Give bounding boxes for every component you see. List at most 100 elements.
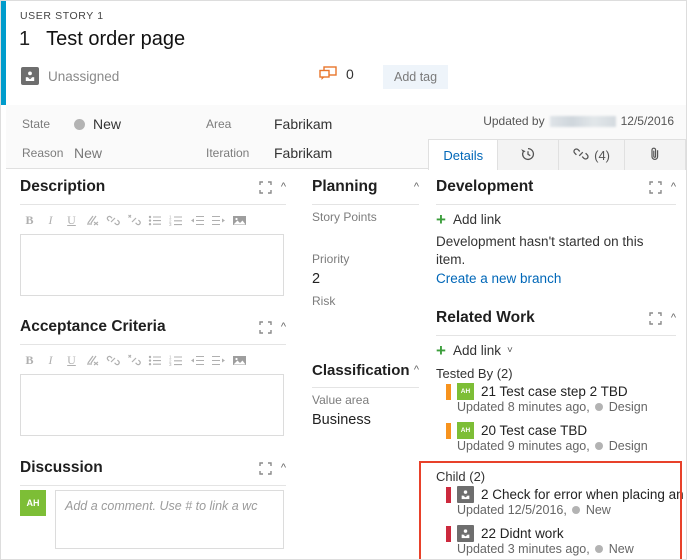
tab-details[interactable]: Details	[428, 139, 499, 171]
state-dot-icon	[594, 442, 603, 450]
acceptance-criteria-input[interactable]	[20, 374, 284, 436]
numbered-list-icon[interactable]: 123	[167, 351, 186, 369]
state-dot-icon	[571, 506, 580, 514]
development-add-link-button[interactable]: + Add link	[422, 205, 686, 232]
unlink-icon[interactable]	[125, 351, 144, 369]
bullet-list-icon[interactable]	[146, 351, 165, 369]
value-area-field[interactable]: Value area Business	[298, 388, 421, 430]
link-icon[interactable]	[104, 351, 123, 369]
related-work-group-tested-by: Tested By (2) AH 21 Test case step 2 TBD…	[422, 363, 686, 456]
state-field[interactable]: State New	[22, 116, 121, 132]
italic-icon[interactable]: I	[41, 211, 60, 229]
area-field[interactable]: Area Fabrikam	[206, 116, 332, 132]
clear-format-icon[interactable]	[83, 351, 102, 369]
assigned-to-label: Unassigned	[48, 68, 120, 84]
expand-icon[interactable]	[649, 311, 662, 325]
list-item-title: 2 Check for error when placing an order	[481, 487, 686, 502]
development-tools: ^	[649, 180, 676, 194]
risk-field[interactable]: Risk	[298, 289, 421, 331]
comment-count-group[interactable]: 0	[319, 66, 354, 82]
reason-field[interactable]: Reason New	[22, 145, 102, 161]
updated-by-label: Updated by	[483, 114, 545, 128]
expand-icon[interactable]	[649, 180, 662, 194]
list-item-updated: Updated 12/5/2016,	[457, 503, 567, 517]
chevron-up-icon[interactable]: ^	[671, 312, 676, 324]
person-icon	[457, 525, 474, 542]
indent-icon[interactable]	[209, 211, 228, 229]
development-add-link-label: Add link	[452, 212, 501, 227]
list-item[interactable]: 2 Check for error when placing an order …	[422, 485, 686, 520]
reason-label: Reason	[22, 146, 64, 160]
bold-icon[interactable]: B	[20, 211, 39, 229]
list-item[interactable]: AH 21 Test case step 2 TBD Updated 8 min…	[422, 382, 686, 417]
work-item-type-bar	[446, 422, 451, 439]
iteration-field[interactable]: Iteration Fabrikam	[206, 145, 332, 161]
link-icon[interactable]	[104, 211, 123, 229]
development-header: Development ^	[422, 170, 686, 204]
image-icon[interactable]	[230, 351, 249, 369]
list-item-meta: Updated 12/5/2016, New	[446, 503, 678, 517]
work-item-type-bar	[446, 383, 451, 400]
list-item-title: 21 Test case step 2 TBD	[481, 384, 628, 399]
story-points-value	[312, 227, 421, 247]
history-icon	[520, 146, 536, 165]
expand-icon[interactable]	[259, 320, 272, 334]
underline-icon[interactable]: U	[62, 211, 81, 229]
image-icon[interactable]	[230, 211, 249, 229]
outdent-icon[interactable]	[188, 351, 207, 369]
comment-compose-row: AH Add a comment. Use # to link a wc	[6, 486, 296, 549]
list-item-id: 21	[481, 384, 497, 399]
tab-history[interactable]	[497, 139, 560, 171]
work-item-title[interactable]: Test order page	[46, 28, 185, 51]
underline-icon[interactable]: U	[62, 351, 81, 369]
acceptance-criteria-header: Acceptance Criteria ^	[6, 310, 296, 344]
list-item-main: AH 21 Test case step 2 TBD	[446, 383, 678, 400]
tab-links[interactable]: (4)	[558, 139, 625, 171]
priority-field[interactable]: Priority 2	[298, 247, 421, 289]
middle-column: Planning ^ Story Points Priority 2 Risk	[298, 170, 421, 559]
add-tag-button[interactable]: Add tag	[383, 65, 449, 89]
create-branch-link[interactable]: Create a new branch	[422, 269, 686, 288]
related-work-group-child: Child (2) 2 Check for error when placing…	[419, 461, 686, 559]
expand-icon[interactable]	[259, 180, 272, 194]
related-work-add-link-button[interactable]: + Add link ˅	[422, 336, 686, 363]
story-points-field[interactable]: Story Points	[298, 205, 421, 247]
list-item-state: New	[608, 542, 634, 556]
italic-icon[interactable]: I	[41, 351, 60, 369]
list-item-updated: Updated 9 minutes ago,	[457, 439, 590, 453]
bold-icon[interactable]: B	[20, 351, 39, 369]
related-work-section: Related Work ^ + Add link ˅ Tested By (2…	[419, 301, 686, 559]
clear-format-icon[interactable]	[83, 211, 102, 229]
svg-text:3: 3	[169, 362, 172, 367]
assigned-to-row[interactable]: Unassigned	[21, 67, 119, 85]
outdent-icon[interactable]	[188, 211, 207, 229]
list-item-title: 22 Didnt work	[481, 526, 564, 541]
chevron-up-icon[interactable]: ^	[281, 181, 286, 193]
discussion-header: Discussion ^	[6, 451, 296, 485]
tab-attachments[interactable]	[624, 139, 686, 171]
discussion-tools: ^	[259, 461, 286, 475]
chevron-up-icon[interactable]: ^	[281, 321, 286, 333]
list-item-updated: Updated 8 minutes ago,	[457, 400, 590, 414]
indent-icon[interactable]	[209, 351, 228, 369]
chevron-up-icon[interactable]: ^	[414, 364, 419, 376]
work-item-body: Description ^ B I U 1 2 3 Acceptance Cri…	[6, 170, 686, 559]
numbered-list-icon[interactable]: 123	[167, 211, 186, 229]
description-input[interactable]	[20, 234, 284, 296]
priority-value: 2	[312, 271, 321, 287]
updated-date: 12/5/2016	[620, 114, 674, 128]
updated-by-name-redacted	[549, 115, 616, 127]
comment-count-value: 0	[346, 66, 354, 82]
expand-icon[interactable]	[259, 461, 272, 475]
state-dot-icon	[594, 403, 603, 411]
planning-header: Planning ^	[298, 170, 421, 204]
chevron-up-icon[interactable]: ^	[414, 181, 419, 193]
chevron-up-icon[interactable]: ^	[671, 181, 676, 193]
list-item[interactable]: AH 20 Test case TBD Updated 9 minutes ag…	[422, 421, 686, 456]
bullet-list-icon[interactable]	[146, 211, 165, 229]
unlink-icon[interactable]	[125, 211, 144, 229]
list-item[interactable]: 22 Didnt work Updated 3 minutes ago, New	[422, 524, 686, 559]
person-icon	[457, 486, 474, 503]
comment-input[interactable]: Add a comment. Use # to link a wc	[55, 490, 284, 549]
chevron-up-icon[interactable]: ^	[281, 462, 286, 474]
